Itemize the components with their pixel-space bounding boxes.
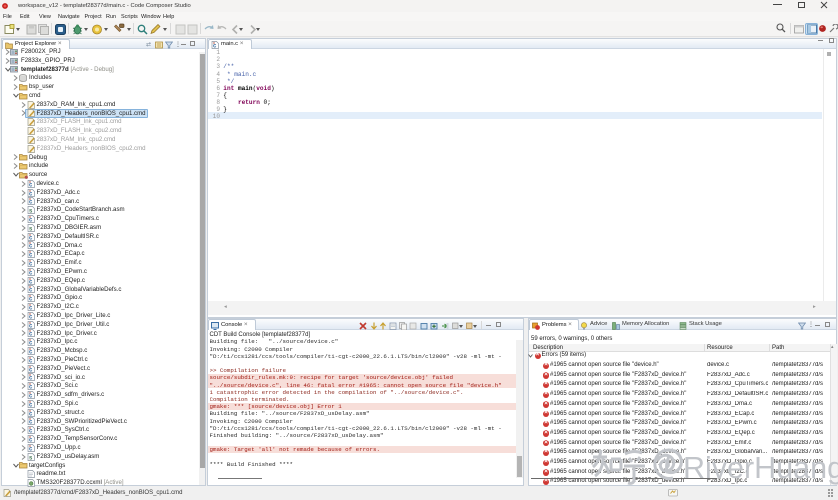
svg-text:RiverHuang: RiverHuang	[683, 451, 838, 485]
